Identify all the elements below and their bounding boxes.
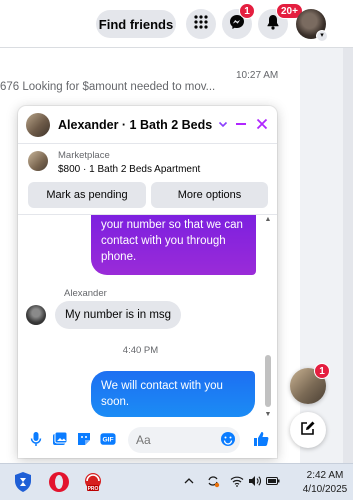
incoming-message: My number is in msg bbox=[55, 301, 182, 329]
menu-button[interactable] bbox=[186, 9, 216, 39]
messenger-badge: 1 bbox=[239, 3, 255, 19]
scroll-down-icon[interactable]: ▼ bbox=[264, 411, 272, 418]
svg-text:PRO: PRO bbox=[88, 486, 99, 492]
opera-browser-icon[interactable] bbox=[46, 469, 72, 495]
security-app-icon[interactable] bbox=[10, 469, 36, 495]
photo-icon[interactable] bbox=[52, 431, 68, 447]
conversation-time: 10:27 AM bbox=[236, 70, 279, 81]
sender-avatar[interactable] bbox=[26, 305, 46, 325]
new-message-button[interactable] bbox=[290, 412, 326, 448]
chat-avatar[interactable] bbox=[26, 113, 50, 137]
thumbs-up-icon[interactable] bbox=[252, 430, 270, 448]
sync-icon[interactable] bbox=[206, 474, 220, 488]
windows-taskbar: PRO 2:42 AM 4/10/2025 bbox=[0, 463, 353, 500]
top-navigation-bar: Find friends 1 20+ ▾ bbox=[0, 0, 353, 48]
close-icon[interactable] bbox=[253, 115, 271, 133]
find-friends-button[interactable]: Find friends bbox=[96, 10, 176, 38]
microphone-icon[interactable] bbox=[28, 431, 44, 447]
emoji-icon[interactable] bbox=[220, 431, 236, 447]
chat-header[interactable]: Alexander · 1 Bath 2 Beds ... bbox=[18, 106, 277, 144]
clock-date[interactable]: 4/10/2025 bbox=[300, 484, 350, 495]
thread-scrollbar[interactable]: ▲ ▼ bbox=[263, 215, 273, 420]
wifi-icon[interactable] bbox=[230, 474, 244, 488]
listing-title: $800 · 1 Bath 2 Beds Apartment bbox=[58, 164, 201, 175]
listing-thumbnail bbox=[28, 151, 48, 171]
marketplace-listing[interactable]: Marketplace $800 · 1 Bath 2 Beds Apartme… bbox=[18, 144, 277, 180]
page-scrollbar[interactable] bbox=[343, 48, 353, 463]
more-options-button[interactable]: More options bbox=[151, 182, 268, 208]
chat-title[interactable]: Alexander · 1 Bath 2 Beds ... bbox=[58, 118, 214, 132]
chat-head-badge: 1 bbox=[314, 363, 330, 379]
message-composer: GIF bbox=[18, 420, 277, 458]
message-timestamp: 4:40 PM bbox=[122, 345, 159, 356]
compose-icon bbox=[300, 420, 316, 441]
chevron-down-icon[interactable] bbox=[214, 115, 232, 133]
cleaner-app-icon[interactable]: PRO bbox=[80, 469, 106, 495]
chevron-down-icon[interactable]: ▾ bbox=[316, 30, 328, 42]
scroll-thumb[interactable] bbox=[265, 355, 271, 407]
sticker-icon[interactable] bbox=[76, 431, 92, 447]
battery-icon[interactable] bbox=[266, 474, 280, 488]
outgoing-message: your number so that we can contact with … bbox=[91, 215, 256, 275]
notifications-button[interactable]: 20+ bbox=[258, 3, 303, 39]
volume-icon[interactable] bbox=[248, 474, 262, 488]
chat-window: Alexander · 1 Bath 2 Beds ... Marketplac… bbox=[18, 106, 277, 458]
mark-as-pending-button[interactable]: Mark as pending bbox=[28, 182, 146, 208]
chevron-up-icon[interactable] bbox=[182, 474, 196, 488]
grid-menu-icon bbox=[194, 14, 208, 34]
sender-name: Alexander bbox=[64, 288, 107, 299]
minimize-icon[interactable] bbox=[232, 115, 250, 133]
chat-head-avatar[interactable]: 1 bbox=[290, 363, 330, 404]
outgoing-message: We will contact with you soon. bbox=[91, 371, 255, 417]
gif-icon[interactable]: GIF bbox=[100, 431, 116, 447]
marketplace-label: Marketplace bbox=[58, 150, 110, 161]
message-thread: your number so that we can contact with … bbox=[18, 214, 277, 420]
svg-text:GIF: GIF bbox=[102, 437, 113, 444]
messenger-button[interactable]: 1 bbox=[222, 3, 255, 39]
conversation-preview[interactable]: 676 Looking for $amount needed to mov... bbox=[0, 81, 268, 93]
scroll-up-icon[interactable]: ▲ bbox=[264, 216, 272, 223]
clock-time[interactable]: 2:42 AM bbox=[300, 470, 350, 481]
